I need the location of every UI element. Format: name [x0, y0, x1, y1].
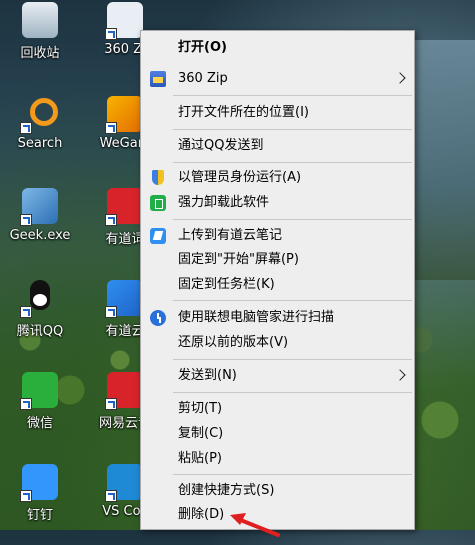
shortcut-arrow-icon — [20, 306, 32, 318]
menu-separator — [173, 359, 412, 360]
menu-item-label: 使用联想电脑管家进行扫描 — [178, 310, 335, 325]
geek-uninstaller-icon — [20, 188, 58, 226]
shortcut-arrow-icon — [105, 490, 117, 502]
uninstall-trash-icon — [150, 195, 166, 211]
shortcut-arrow-icon — [105, 28, 117, 40]
menu-item-label: 以管理员身份运行(A) — [178, 170, 302, 185]
desktop-icon-label: 微信 — [26, 416, 53, 431]
desktop-icon-wechat[interactable]: 微信 — [0, 372, 80, 431]
desktop-icon-dingtalk[interactable]: 钉钉 — [0, 464, 80, 523]
menu-item-force-uninstall[interactable]: 强力卸载此软件 — [141, 191, 414, 215]
menu-separator — [173, 219, 412, 220]
shortcut-arrow-icon — [105, 306, 117, 318]
menu-item-run-as-admin[interactable]: 以管理员身份运行(A) — [141, 166, 414, 190]
wegame-icon — [105, 96, 143, 134]
chevron-right-icon — [394, 72, 406, 84]
shortcut-arrow-icon — [20, 214, 32, 226]
menu-item-label: 360 Zip — [178, 71, 228, 86]
menu-item-pin-start[interactable]: 固定到"开始"屏幕(P) — [141, 248, 414, 272]
zip-archive-icon — [105, 2, 143, 40]
desktop-icon-label: Geek.exe — [9, 228, 71, 243]
search-app-icon — [20, 96, 58, 134]
menu-separator — [173, 392, 412, 393]
desktop-icon-label: 钉钉 — [26, 508, 53, 523]
shortcut-arrow-icon — [105, 122, 117, 134]
desktop-icon-recycle-bin[interactable]: 回收站 — [0, 2, 80, 61]
desktop-icon-qq[interactable]: 腾讯QQ — [0, 280, 80, 339]
zip-icon — [150, 71, 166, 87]
menu-item-label: 强力卸载此软件 — [178, 195, 270, 210]
context-menu: 打开(O) 360 Zip 打开文件所在的位置(I) 通过QQ发送到 以管理员身… — [140, 30, 415, 530]
chevron-right-icon — [394, 369, 406, 381]
menu-item-paste[interactable]: 粘贴(P) — [141, 447, 414, 471]
menu-separator — [173, 129, 412, 130]
menu-separator — [173, 162, 412, 163]
qq-penguin-icon — [20, 280, 58, 318]
menu-item-send-qq[interactable]: 通过QQ发送到 — [141, 134, 414, 158]
desktop-icon-label: Search — [17, 136, 63, 151]
menu-separator — [173, 474, 412, 475]
shortcut-arrow-icon — [20, 490, 32, 502]
youdao-note-icon — [150, 228, 166, 244]
youdao-note-icon — [105, 280, 143, 318]
desktop-icon-search[interactable]: Search — [0, 96, 80, 151]
shortcut-arrow-icon — [20, 122, 32, 134]
menu-item-cut[interactable]: 剪切(T) — [141, 397, 414, 421]
desktop-icon-geek[interactable]: Geek.exe — [0, 188, 80, 243]
menu-item-pin-taskbar[interactable]: 固定到任务栏(K) — [141, 273, 414, 297]
menu-item-send-to[interactable]: 发送到(N) — [141, 364, 414, 388]
shortcut-arrow-icon — [20, 398, 32, 410]
menu-item-upload-youdao[interactable]: 上传到有道云笔记 — [141, 224, 414, 248]
menu-item-create-shortcut[interactable]: 创建快捷方式(S) — [141, 479, 414, 503]
menu-item-lenovo-scan[interactable]: 使用联想电脑管家进行扫描 — [141, 306, 414, 330]
uac-shield-icon — [150, 170, 166, 186]
menu-item-copy[interactable]: 复制(C) — [141, 422, 414, 446]
menu-item-restore-previous[interactable]: 还原以前的版本(V) — [141, 331, 414, 355]
menu-separator — [173, 300, 412, 301]
menu-item-label: 上传到有道云笔记 — [178, 228, 283, 243]
netease-music-icon — [105, 372, 143, 410]
shortcut-arrow-icon — [105, 398, 117, 410]
dingtalk-icon — [20, 464, 58, 502]
wallpaper-rock — [405, 40, 475, 280]
lenovo-manager-icon — [150, 310, 166, 326]
recycle-bin-icon — [22, 2, 58, 38]
wechat-icon — [20, 372, 58, 410]
youdao-dict-icon — [105, 188, 143, 226]
menu-item-open-location[interactable]: 打开文件所在的位置(I) — [141, 101, 414, 125]
shortcut-arrow-icon — [105, 214, 117, 226]
vscode-icon — [105, 464, 143, 502]
menu-item-open[interactable]: 打开(O) — [141, 36, 414, 60]
annotation-arrow-icon — [230, 513, 280, 537]
desktop-icon-label: 腾讯QQ — [16, 324, 64, 339]
desktop-icon-label: 回收站 — [20, 46, 60, 61]
menu-separator — [173, 95, 412, 96]
menu-item-360zip[interactable]: 360 Zip — [141, 67, 414, 91]
menu-item-label: 发送到(N) — [178, 368, 237, 383]
